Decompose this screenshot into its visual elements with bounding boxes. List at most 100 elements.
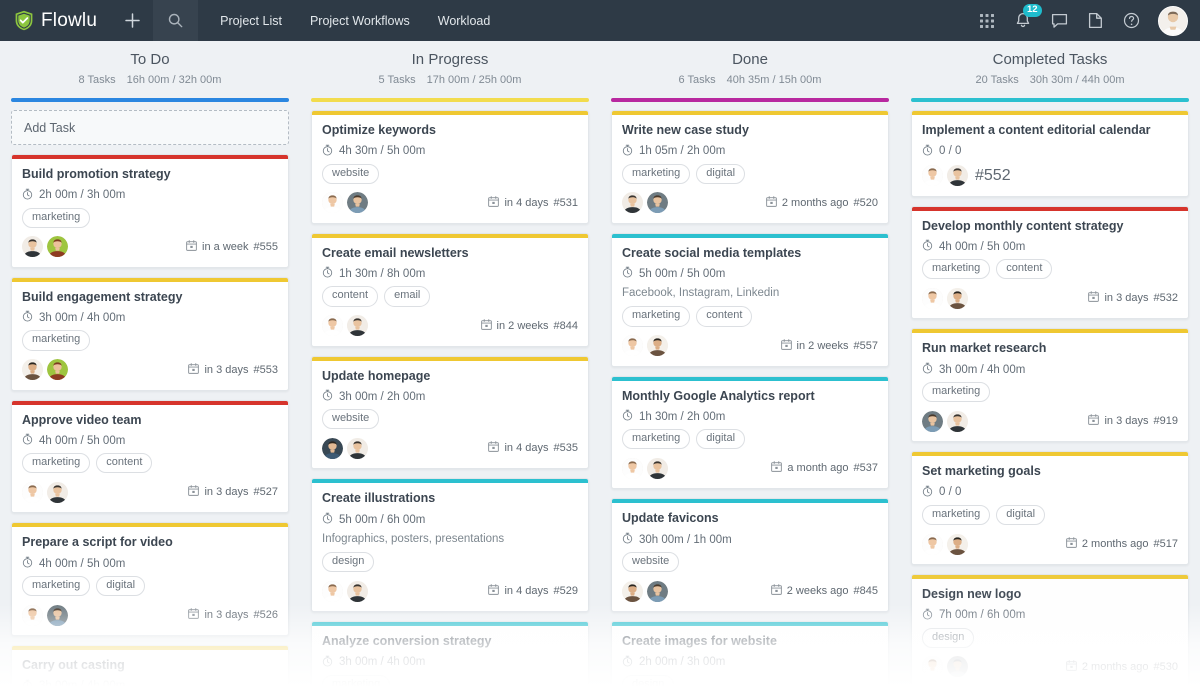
task-card[interactable]: Optimize keywords 4h 30m / 5h 00m website i… bbox=[311, 110, 589, 224]
assignee-avatar[interactable] bbox=[622, 335, 643, 357]
bell-icon[interactable]: 12 bbox=[1006, 0, 1042, 41]
card-tag[interactable]: marketing bbox=[622, 306, 691, 327]
assignee-avatar[interactable] bbox=[322, 580, 343, 602]
card-tag[interactable]: website bbox=[622, 552, 680, 573]
card-tag[interactable]: design bbox=[622, 674, 675, 695]
assignee-avatar[interactable] bbox=[47, 359, 68, 381]
task-card[interactable]: Develop monthly content strategy 4h 00m /… bbox=[911, 205, 1189, 320]
nav-link-workload[interactable]: Workload bbox=[424, 0, 505, 41]
assignee-avatar[interactable] bbox=[47, 604, 68, 626]
assignee-avatar[interactable] bbox=[947, 410, 968, 432]
task-card[interactable]: Run market research 3h 00m / 4h 00m market… bbox=[911, 328, 1189, 443]
assignee-avatar[interactable] bbox=[22, 604, 43, 626]
document-icon[interactable] bbox=[1078, 0, 1112, 41]
task-card[interactable]: Create social media templates 5h 00m / 5h… bbox=[611, 232, 889, 367]
card-tag[interactable]: content bbox=[996, 259, 1053, 280]
task-card[interactable]: Create illustrations 5h 00m / 6h 00m Infog… bbox=[311, 478, 589, 613]
card-tag[interactable]: marketing bbox=[22, 330, 91, 351]
task-card[interactable]: Design new logo 7h 00m / 6h 00m design 2 mo… bbox=[911, 574, 1189, 688]
assignee-avatar[interactable] bbox=[622, 192, 643, 214]
column-card-list[interactable]: Optimize keywords 4h 30m / 5h 00m website i… bbox=[300, 102, 600, 700]
assignee-avatar[interactable] bbox=[622, 580, 643, 602]
card-tag[interactable]: design bbox=[922, 627, 975, 648]
app-logo[interactable]: Flowlu bbox=[0, 0, 111, 41]
assignee-avatar[interactable] bbox=[322, 315, 343, 337]
card-tag[interactable]: marketing bbox=[622, 429, 691, 450]
assignee-avatar[interactable] bbox=[22, 359, 43, 381]
task-card[interactable]: Monthly Google Analytics report 1h 30m / … bbox=[611, 375, 889, 490]
task-card[interactable]: Build promotion strategy 2h 00m / 3h 00m m… bbox=[11, 154, 289, 268]
card-tag[interactable]: digital bbox=[696, 163, 746, 184]
task-card[interactable]: Write new case study 1h 05m / 2h 00m marke… bbox=[611, 110, 889, 224]
assignee-avatar[interactable] bbox=[22, 236, 43, 258]
card-id: #531 bbox=[553, 196, 578, 209]
nav-link-project-workflows[interactable]: Project Workflows bbox=[296, 0, 424, 41]
card-tag[interactable]: content bbox=[322, 286, 379, 307]
card-tag[interactable]: digital bbox=[696, 429, 746, 450]
chat-bubble-icon[interactable] bbox=[1042, 0, 1076, 41]
apps-grid-icon[interactable] bbox=[970, 0, 1004, 41]
assignee-avatar[interactable] bbox=[922, 533, 943, 555]
assignee-avatar[interactable] bbox=[647, 580, 668, 602]
column-card-list[interactable]: Add Task Build promotion strategy 2h 00m /… bbox=[0, 102, 300, 700]
assignee-avatar[interactable] bbox=[947, 533, 968, 555]
column-card-list[interactable]: Write new case study 1h 05m / 2h 00m marke… bbox=[600, 102, 900, 700]
task-card[interactable]: Build engagement strategy 3h 00m / 4h 00m… bbox=[11, 276, 289, 391]
add-task-button[interactable]: Add Task bbox=[11, 110, 289, 145]
task-card[interactable]: Prepare a script for video 4h 00m / 5h 00… bbox=[11, 522, 289, 637]
card-tag[interactable]: digital bbox=[96, 576, 146, 597]
assignee-avatar[interactable] bbox=[922, 287, 943, 309]
search-icon[interactable] bbox=[153, 0, 199, 41]
assignee-avatar[interactable] bbox=[347, 580, 368, 602]
assignee-avatar[interactable] bbox=[22, 481, 43, 503]
card-tag[interactable]: marketing bbox=[22, 453, 91, 474]
timer-icon bbox=[22, 311, 33, 322]
card-tag[interactable]: marketing bbox=[22, 576, 91, 597]
assignee-avatar[interactable] bbox=[622, 457, 643, 479]
card-tag[interactable]: website bbox=[322, 163, 380, 184]
assignee-avatar[interactable] bbox=[647, 457, 668, 479]
card-tag[interactable]: design bbox=[322, 552, 375, 573]
task-card[interactable]: Create images for website 2h 00m / 3h 00m… bbox=[611, 621, 889, 700]
card-tag[interactable]: content bbox=[96, 453, 153, 474]
task-card[interactable]: Approve video team 4h 00m / 5h 00m marketi… bbox=[11, 399, 289, 514]
nav-link-project-list[interactable]: Project List bbox=[206, 0, 296, 41]
user-avatar[interactable] bbox=[1158, 5, 1188, 36]
task-card[interactable]: Update homepage 3h 00m / 2h 00m website in … bbox=[311, 355, 589, 470]
card-tag[interactable]: marketing bbox=[322, 674, 391, 695]
assignee-avatar[interactable] bbox=[647, 192, 668, 214]
assignee-avatar[interactable] bbox=[47, 236, 68, 258]
assignee-avatar[interactable] bbox=[947, 165, 968, 187]
card-tag[interactable]: marketing bbox=[22, 207, 91, 228]
plus-icon[interactable] bbox=[111, 0, 153, 41]
task-card[interactable]: Set marketing goals 0 / 0 marketing digital… bbox=[911, 451, 1189, 566]
assignee-avatar[interactable] bbox=[322, 192, 343, 214]
assignee-avatar[interactable] bbox=[347, 192, 368, 214]
assignee-avatar[interactable] bbox=[347, 315, 368, 337]
assignee-avatar[interactable] bbox=[922, 410, 943, 432]
task-card[interactable]: Implement a content editorial calendar 0 … bbox=[911, 110, 1189, 197]
task-card[interactable]: Update favicons 30h 00m / 1h 00m website 2 … bbox=[611, 498, 889, 613]
card-tag[interactable]: email bbox=[384, 286, 431, 307]
task-card[interactable]: Analyze conversion strategy 3h 00m / 4h 0… bbox=[311, 621, 589, 700]
assignee-avatar[interactable] bbox=[647, 335, 668, 357]
card-tag[interactable]: digital bbox=[996, 504, 1046, 526]
assignee-avatar[interactable] bbox=[922, 165, 943, 187]
column-card-list[interactable]: Implement a content editorial calendar 0 … bbox=[900, 102, 1200, 700]
assignee-avatar[interactable] bbox=[922, 656, 943, 678]
task-card[interactable]: Create email newsletters 1h 30m / 8h 00m c… bbox=[311, 232, 589, 347]
card-tag[interactable]: marketing bbox=[922, 259, 991, 280]
assignee-avatar[interactable] bbox=[347, 437, 368, 459]
card-tag[interactable]: marketing bbox=[922, 382, 991, 403]
card-tag[interactable]: marketing bbox=[922, 504, 991, 526]
assignee-avatar[interactable] bbox=[947, 287, 968, 309]
card-tag[interactable]: marketing bbox=[622, 163, 691, 184]
assignee-avatar[interactable] bbox=[322, 437, 343, 459]
card-title: Create illustrations bbox=[322, 491, 436, 506]
card-tag[interactable]: content bbox=[696, 306, 753, 327]
assignee-avatar[interactable] bbox=[947, 656, 968, 678]
assignee-avatar[interactable] bbox=[47, 481, 68, 503]
card-tag[interactable]: website bbox=[322, 409, 380, 430]
help-circle-icon[interactable] bbox=[1114, 0, 1148, 41]
task-card[interactable]: Carry out casting 3h 00m / 4h 00m bbox=[11, 645, 289, 700]
